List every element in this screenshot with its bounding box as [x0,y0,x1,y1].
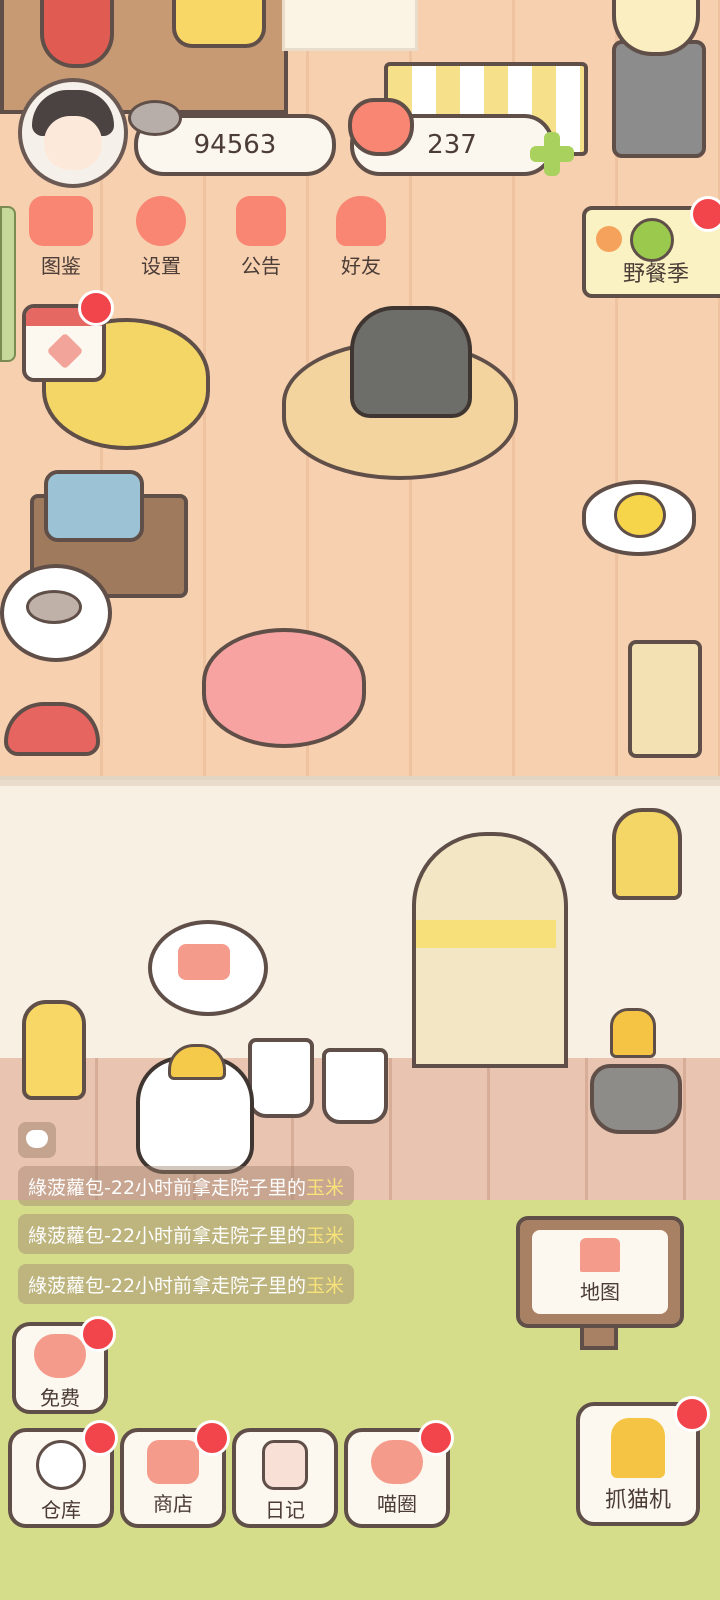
friends-icon [336,196,386,246]
event-notification-dot [690,196,720,232]
shop-label: 商店 [153,1492,193,1516]
egg-yolk [614,492,666,538]
fish-currency-value: 94563 [193,130,277,160]
heart-gift-icon [34,1334,86,1378]
rice-bowl-icon [36,1440,86,1490]
log-item: 玉米 [306,1224,345,1247]
calendar-notification-dot [78,290,114,326]
umbrella-stand [248,1038,314,1118]
activity-log-line: 綠菠蘿包-22小时前拿走院子里的 玉米 [18,1166,355,1206]
avatar-face [44,116,102,170]
tulip-pot [590,1064,682,1134]
settings-button[interactable]: 设置 [118,196,204,282]
add-hearts-button[interactable] [530,132,574,176]
announcement-button[interactable]: 公告 [218,196,304,282]
friends-button[interactable]: 好友 [318,196,404,282]
player-avatar[interactable] [18,78,128,188]
wall-lamp-icon [612,808,682,900]
log-text: 綠菠蘿包-22小时前拿走院子里的 [28,1176,307,1199]
claw-machine-notification-dot [674,1396,710,1432]
cat-circle-notification-dot [418,1420,454,1456]
pencil-icon [46,332,84,370]
radio-decor [44,470,144,542]
heart-currency-icon [348,98,414,156]
chat-toggle-button[interactable] [18,1122,56,1158]
log-text: 綠菠蘿包-22小时前拿走院子里的 [28,1224,307,1247]
warehouse-label: 仓库 [41,1498,81,1522]
fork-knife-icon [178,944,230,980]
friends-label: 好友 [341,254,381,278]
flower-icon [596,226,622,252]
side-drawer-tab[interactable] [0,206,16,362]
activity-log-line: 綠菠蘿包-22小时前拿走院子里的 玉米 [18,1214,355,1254]
cat-circle-label: 喵圈 [377,1492,417,1516]
log-item: 玉米 [306,1176,345,1199]
announcement-label: 公告 [241,254,281,278]
map-sign-panel: 地图 [532,1230,668,1314]
log-item: 玉米 [306,1274,345,1297]
fish-currency-icon [128,100,182,136]
diary-button[interactable]: 日记 [232,1428,338,1528]
cat-sleeping[interactable] [350,306,472,418]
house-icon [580,1238,620,1272]
log-text: 綠菠蘿包-22小时前拿走院子里的 [28,1274,307,1297]
gear-icon [136,196,186,246]
plus-icon-bar [530,146,574,162]
fish-icon [26,590,82,624]
free-gift-label: 免费 [40,1386,80,1410]
gift-icon [236,196,286,246]
stove [612,40,706,158]
phone-decor [172,0,266,48]
shop-awning-icon [147,1440,199,1484]
lantern-icon [22,1000,86,1100]
claw-icon [611,1418,665,1478]
daruma-doll [40,0,114,68]
cat-book-icon [29,196,93,246]
free-gift-notification-dot [80,1316,116,1352]
activity-log-line: 綠菠蘿包-22小时前拿走院子里的 玉米 [18,1264,355,1304]
map-label: 地图 [580,1280,620,1304]
pink-beanbag [202,628,366,748]
window-top [282,0,418,51]
scratching-post [628,640,702,758]
picnic-season-label: 野餐季 [622,262,689,287]
door-curtain [416,920,556,948]
settings-label: 设置 [141,254,181,278]
claw-machine-label: 抓猫机 [604,1488,671,1513]
diary-label: 日记 [265,1498,305,1522]
broom-stand [322,1048,388,1124]
map-button[interactable]: 地图 [516,1216,684,1328]
heart-chat-icon [26,1130,48,1148]
warehouse-notification-dot [82,1420,118,1456]
tulip-flower-icon [610,1008,656,1058]
handbook-label: 图鉴 [41,254,81,278]
handbook-button[interactable]: 图鉴 [18,196,104,282]
cat-planet-icon [371,1440,423,1484]
notebook-icon [262,1440,308,1490]
heart-currency-value: 237 [427,130,477,160]
arched-door[interactable] [412,832,568,1068]
shop-notification-dot [194,1420,230,1456]
